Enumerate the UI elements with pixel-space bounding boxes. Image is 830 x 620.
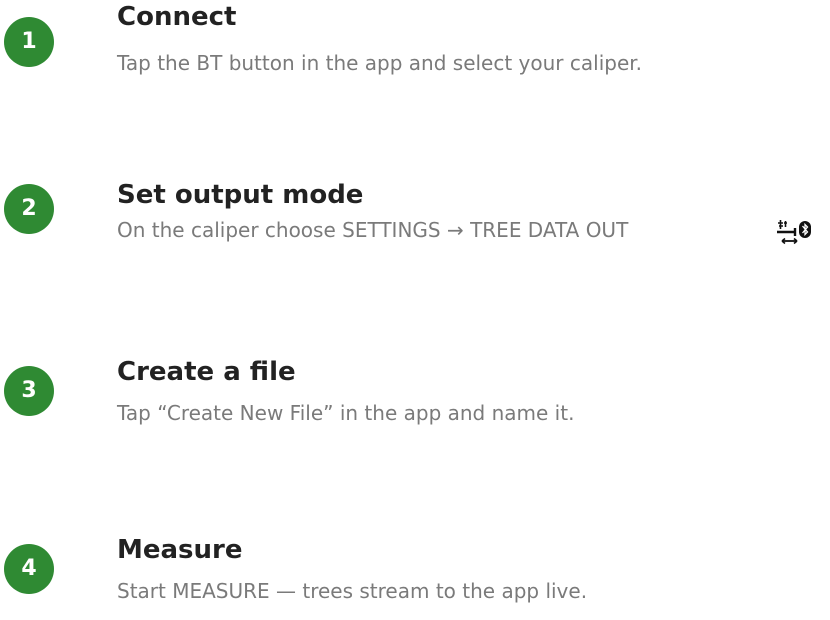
step-title: Create a file (117, 357, 296, 387)
step-create-file: 3 Create a file Tap “Create New File” in… (0, 333, 830, 453)
step-measure: 4 Measure Start MEASURE — trees stream t… (0, 500, 830, 620)
tree-data-out-bluetooth-icon (777, 220, 811, 245)
step-description: Tap “Create New File” in the app and nam… (117, 401, 575, 425)
step-number-badge: 2 (4, 184, 54, 234)
step-title: Set output mode (117, 180, 364, 210)
steps-list: 1 Connect Tap the BT button in the app a… (0, 0, 830, 612)
step-description: Tap the BT button in the app and select … (117, 51, 642, 75)
step-number-badge: 3 (4, 366, 54, 416)
step-description: Start MEASURE — trees stream to the app … (117, 579, 588, 603)
step-title: Connect (117, 2, 237, 32)
step-number-badge: 1 (4, 17, 54, 67)
step-connect: 1 Connect Tap the BT button in the app a… (0, 0, 830, 120)
step-set-output-mode: 2 Set output mode On the caliper choose … (0, 166, 830, 286)
step-title: Measure (117, 535, 243, 565)
step-number-badge: 4 (4, 544, 54, 594)
step-description: On the caliper choose SETTINGS → TREE DA… (117, 218, 629, 242)
